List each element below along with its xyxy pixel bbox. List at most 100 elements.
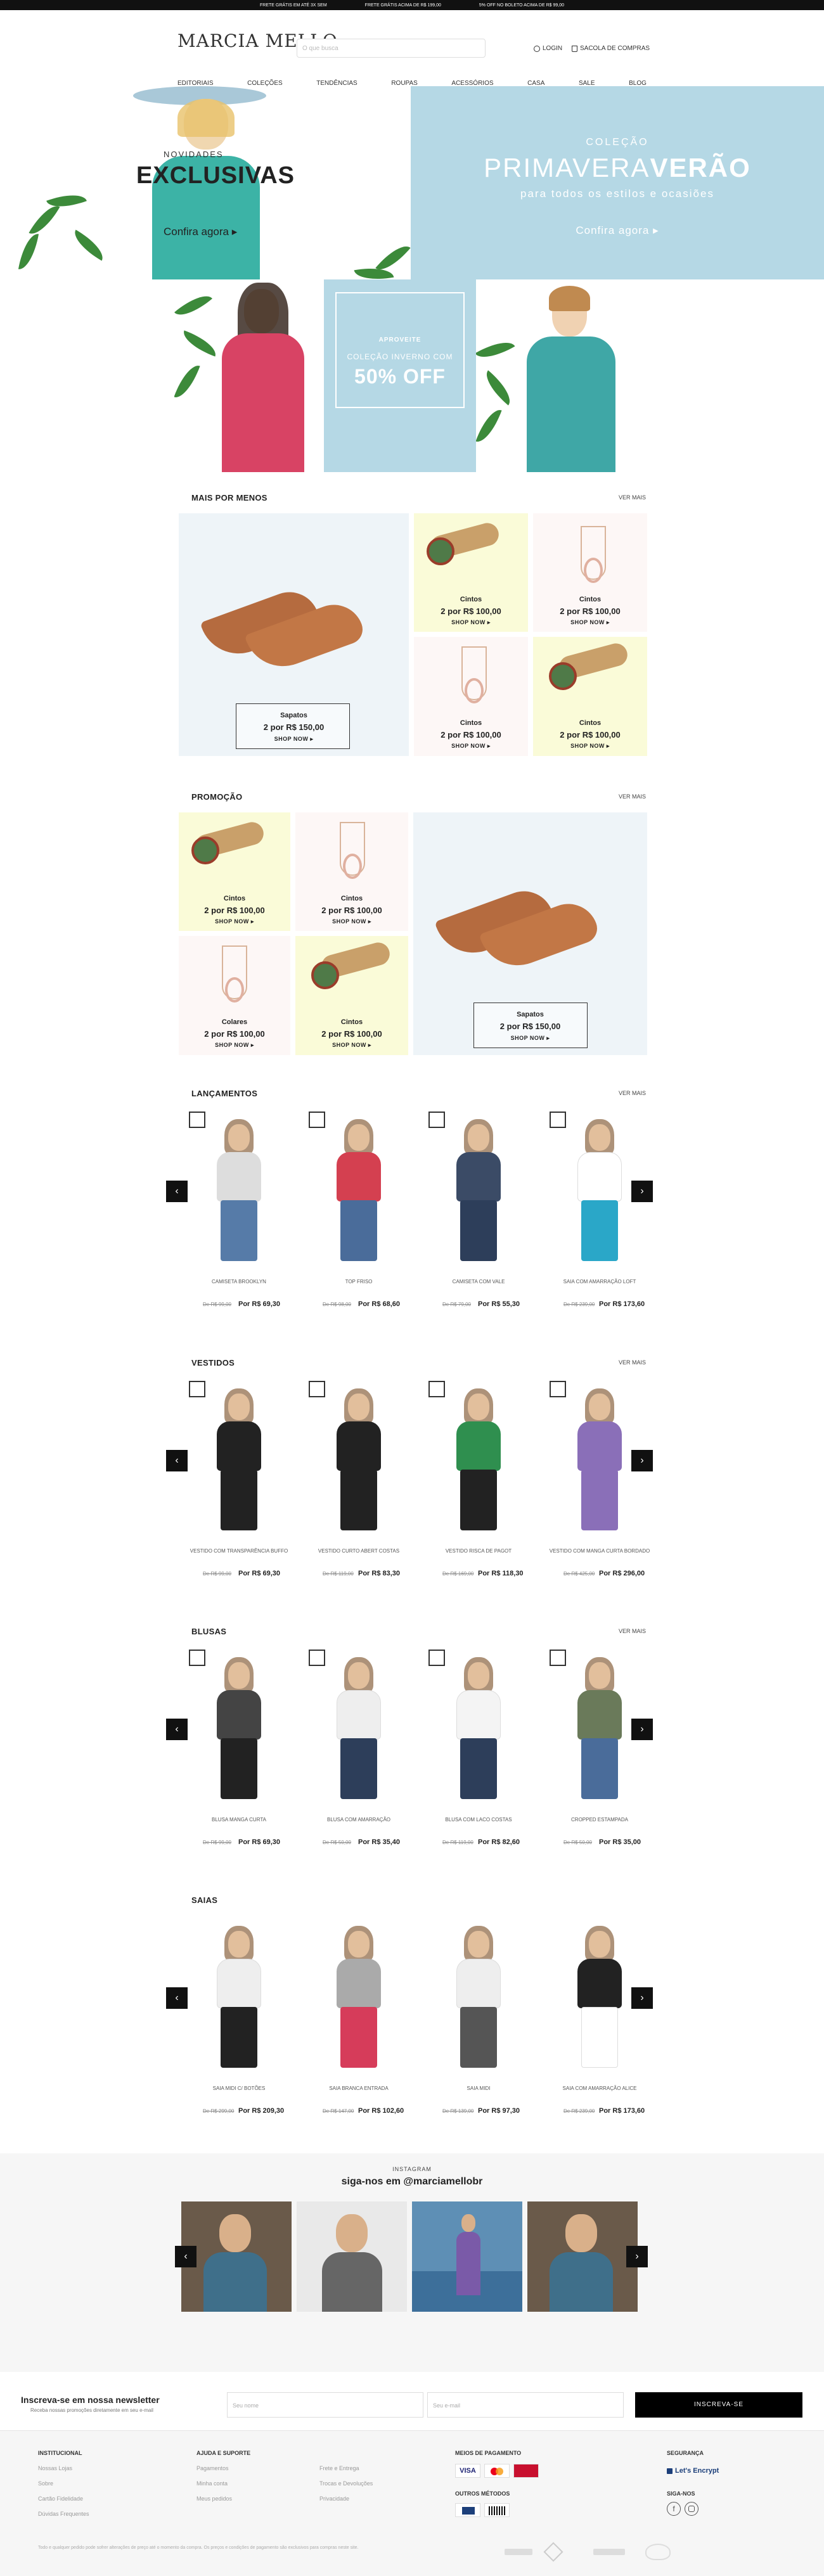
shop-now-link[interactable]: SHOP NOW ▸ xyxy=(179,736,409,743)
see-more-shelf[interactable]: VER MAIS xyxy=(619,1090,646,1096)
footer-link[interactable]: Meus pedidos xyxy=(196,2496,232,2502)
product-image[interactable] xyxy=(183,1109,295,1264)
shop-now-link[interactable]: SHOP NOW ▸ xyxy=(413,1035,647,1042)
instagram-photo[interactable] xyxy=(297,2201,407,2312)
shop-now-link[interactable]: SHOP NOW ▸ xyxy=(414,619,528,626)
product-card[interactable]: VESTIDO CURTO ABERT COSTAS De R$ 119,00 Po… xyxy=(302,1378,415,1581)
shop-now-link[interactable]: SHOP NOW ▸ xyxy=(295,1042,408,1049)
newsletter-email-input[interactable]: Seu e-mail xyxy=(427,2392,624,2418)
product-name[interactable]: SAIA MIDI C/ BOTÕES xyxy=(183,2086,295,2091)
product-card[interactable]: SAIA COM AMARRAÇÃO LOFT De R$ 239,00 Por R… xyxy=(543,1109,656,1312)
instagram-photo[interactable] xyxy=(527,2201,638,2312)
product-card[interactable]: SAIA MIDI De R$ 139,00 Por R$ 97,30 xyxy=(422,1916,535,2118)
tile-cintos-4[interactable]: Cintos 2 por R$ 100,00 SHOP NOW ▸ xyxy=(533,637,647,756)
tile-cintos-1[interactable]: Cintos 2 por R$ 100,00 SHOP NOW ▸ xyxy=(414,513,528,632)
product-name[interactable]: VESTIDO COM MANGA CURTA BORDADO xyxy=(543,1548,656,1554)
carousel-next-arrow[interactable]: › xyxy=(631,1181,653,1202)
product-card[interactable]: SAIA MIDI C/ BOTÕES De R$ 299,00 Por R$ 20… xyxy=(183,1916,295,2118)
footer-link[interactable]: Privacidade xyxy=(319,2496,349,2502)
footer-link[interactable]: Minha conta xyxy=(196,2480,228,2487)
tile-promo-colares[interactable]: Colares 2 por R$ 100,00 SHOP NOW ▸ xyxy=(179,936,290,1055)
banner-model-pink[interactable] xyxy=(174,279,324,472)
product-image[interactable] xyxy=(422,1647,535,1802)
hero-banner-novidades[interactable]: NOVIDADES EXCLUSIVAS Confira agora ▸ xyxy=(0,86,411,279)
footer-link[interactable]: Sobre xyxy=(38,2480,53,2487)
product-name[interactable]: VESTIDO COM TRANSPARÊNCIA BUFFO xyxy=(183,1548,295,1554)
shop-now-link[interactable]: SHOP NOW ▸ xyxy=(533,743,647,750)
product-image[interactable] xyxy=(183,1647,295,1802)
search-input[interactable]: O que busca xyxy=(297,39,486,58)
login-link[interactable]: LOGIN xyxy=(534,45,562,52)
cart-link[interactable]: SACOLA DE COMPRAS xyxy=(572,45,650,52)
product-name[interactable]: CROPPED ESTAMPADA xyxy=(543,1817,656,1823)
product-card[interactable]: BLUSA MANGA CURTA De R$ 99,00 Por R$ 69,30 xyxy=(183,1647,295,1850)
footer-link[interactable]: Frete e Entrega xyxy=(319,2465,359,2471)
hero-banner-primavera-verao[interactable]: COLEÇÃO PRIMAVERAVERÃO para todos os est… xyxy=(411,86,824,279)
see-more-mais-por-menos[interactable]: VER MAIS xyxy=(619,494,646,501)
shop-now-link[interactable]: SHOP NOW ▸ xyxy=(179,1042,290,1049)
product-image[interactable] xyxy=(422,1916,535,2071)
product-name[interactable]: SAIA MIDI xyxy=(422,2086,535,2091)
instagram-next-arrow[interactable]: › xyxy=(626,2246,648,2267)
banner-model-teal[interactable] xyxy=(476,279,651,472)
carousel-prev-arrow[interactable]: ‹ xyxy=(166,1450,188,1471)
product-card[interactable]: VESTIDO COM TRANSPARÊNCIA BUFFO De R$ 99,… xyxy=(183,1378,295,1581)
product-name[interactable]: CAMISETA COM VALE xyxy=(422,1279,535,1285)
see-more-shelf[interactable]: VER MAIS xyxy=(619,1359,646,1366)
product-card[interactable]: SAIA COM AMARRAÇÃO ALICE De R$ 239,00 Por … xyxy=(543,1916,656,2118)
instagram-title[interactable]: siga-nos em @marciamellobr xyxy=(0,2176,824,2188)
footer-link[interactable]: Dúvidas Frequentes xyxy=(38,2511,89,2517)
shop-now-link[interactable]: SHOP NOW ▸ xyxy=(533,619,647,626)
product-name[interactable]: VESTIDO RISCA DE PAGOT xyxy=(422,1548,535,1554)
product-name[interactable]: SAIA BRANCA ENTRADA xyxy=(302,2086,415,2091)
footer-link[interactable]: Cartão Fidelidade xyxy=(38,2496,83,2502)
product-name[interactable]: SAIA COM AMARRAÇÃO ALICE xyxy=(543,2086,656,2091)
see-more-promocao[interactable]: VER MAIS xyxy=(619,793,646,800)
carousel-prev-arrow[interactable]: ‹ xyxy=(166,1181,188,1202)
instagram-prev-arrow[interactable]: ‹ xyxy=(175,2246,196,2267)
product-image[interactable] xyxy=(422,1109,535,1264)
product-image[interactable] xyxy=(302,1647,415,1802)
product-image[interactable] xyxy=(302,1109,415,1264)
carousel-next-arrow[interactable]: › xyxy=(631,1719,653,1740)
product-name[interactable]: TOP FRISO xyxy=(302,1279,415,1285)
carousel-prev-arrow[interactable]: ‹ xyxy=(166,1987,188,2009)
product-card[interactable]: BLUSA COM AMARRAÇÃO De R$ 50,00 Por R$ 35,… xyxy=(302,1647,415,1850)
product-card[interactable]: VESTIDO COM MANGA CURTA BORDADO De R$ 425… xyxy=(543,1378,656,1581)
product-card[interactable]: CAMISETA COM VALE De R$ 79,00 Por R$ 55,30 xyxy=(422,1109,535,1312)
facebook-icon[interactable]: f xyxy=(667,2502,681,2516)
product-name[interactable]: VESTIDO CURTO ABERT COSTAS xyxy=(302,1548,415,1554)
product-image[interactable] xyxy=(302,1916,415,2071)
product-card[interactable]: VESTIDO RISCA DE PAGOT De R$ 169,00 Por R$… xyxy=(422,1378,535,1581)
carousel-next-arrow[interactable]: › xyxy=(631,1987,653,2009)
product-name[interactable]: SAIA COM AMARRAÇÃO LOFT xyxy=(543,1279,656,1285)
carousel-next-arrow[interactable]: › xyxy=(631,1450,653,1471)
banner-50-off[interactable]: APROVEITE COLEÇÃO INVERNO COM 50% OFF xyxy=(324,279,476,472)
tile-cintos-2[interactable]: Cintos 2 por R$ 100,00 SHOP NOW ▸ xyxy=(533,513,647,632)
newsletter-name-input[interactable]: Seu nome xyxy=(227,2392,423,2418)
tile-promo-cintos-3[interactable]: Cintos 2 por R$ 100,00 SHOP NOW ▸ xyxy=(295,936,408,1055)
product-card[interactable]: CROPPED ESTAMPADA De R$ 50,00 Por R$ 35,00 xyxy=(543,1647,656,1850)
hero-cta[interactable]: Confira agora ▸ xyxy=(164,226,237,238)
instagram-photo[interactable] xyxy=(181,2201,292,2312)
shop-now-link[interactable]: SHOP NOW ▸ xyxy=(179,918,290,925)
product-card[interactable]: CAMISETA BROOKLYN De R$ 99,00 Por R$ 69,30 xyxy=(183,1109,295,1312)
instagram-photo[interactable] xyxy=(412,2201,522,2312)
product-image[interactable] xyxy=(302,1378,415,1534)
footer-link[interactable]: Pagamentos xyxy=(196,2465,229,2471)
tile-promo-sapatos-big[interactable]: Sapatos 2 por R$ 150,00 SHOP NOW ▸ xyxy=(413,812,647,1055)
product-name[interactable]: CAMISETA BROOKLYN xyxy=(183,1279,295,1285)
product-image[interactable] xyxy=(183,1378,295,1534)
product-card[interactable]: BLUSA COM LACO COSTAS De R$ 119,00 Por R$ … xyxy=(422,1647,535,1850)
tile-promo-cintos-1[interactable]: Cintos 2 por R$ 100,00 SHOP NOW ▸ xyxy=(179,812,290,931)
see-more-shelf[interactable]: VER MAIS xyxy=(619,1628,646,1634)
footer-link[interactable]: Trocas e Devoluções xyxy=(319,2480,373,2487)
instagram-icon[interactable] xyxy=(685,2502,698,2516)
product-name[interactable]: BLUSA COM AMARRAÇÃO xyxy=(302,1817,415,1823)
product-name[interactable]: BLUSA COM LACO COSTAS xyxy=(422,1817,535,1823)
newsletter-subscribe-button[interactable]: INSCREVA-SE xyxy=(635,2392,802,2418)
footer-link[interactable]: Nossas Lojas xyxy=(38,2465,72,2471)
product-card[interactable]: TOP FRISO De R$ 98,00 Por R$ 68,60 xyxy=(302,1109,415,1312)
product-card[interactable]: SAIA BRANCA ENTRADA De R$ 147,00 Por R$ 10… xyxy=(302,1916,415,2118)
product-image[interactable] xyxy=(422,1378,535,1534)
